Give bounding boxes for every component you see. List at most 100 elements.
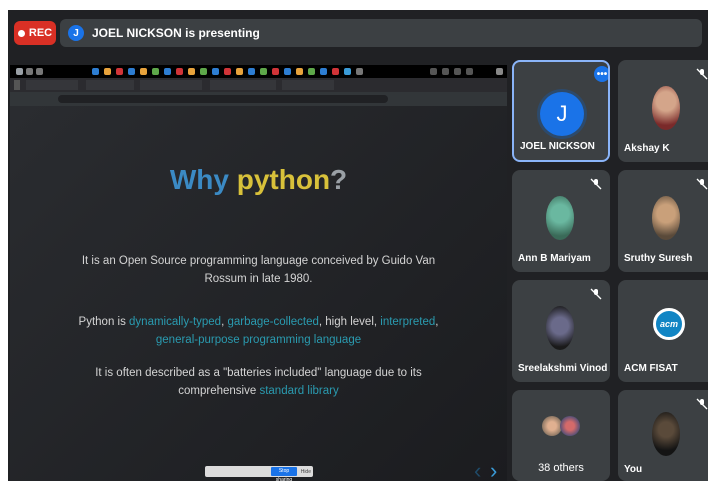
app-icon bbox=[320, 68, 327, 75]
app-icon bbox=[284, 68, 291, 75]
app-icon bbox=[356, 68, 363, 75]
participant-tile-sreelakshmi-vinod[interactable]: Sreelakshmi Vinod bbox=[512, 280, 610, 382]
remote-taskbar bbox=[10, 65, 507, 78]
participant-tile-ann-b-mariyam[interactable]: Ann B Mariyam bbox=[512, 170, 610, 272]
notification-icon bbox=[496, 68, 503, 75]
top-bar: REC J JOEL NICKSON is presenting bbox=[8, 10, 708, 56]
title-text: Why bbox=[169, 164, 237, 195]
slide-paragraph-2: Python is dynamically-typed, garbage-col… bbox=[70, 313, 447, 349]
tab bbox=[140, 80, 202, 90]
presenter-avatar: J bbox=[68, 25, 84, 41]
search-icon bbox=[26, 68, 33, 75]
title-python: python bbox=[236, 164, 331, 195]
hide-button[interactable]: Hide bbox=[301, 467, 311, 478]
recording-indicator: REC bbox=[14, 21, 56, 45]
participant-name: Sreelakshmi Vinod bbox=[518, 363, 608, 374]
tray-icon bbox=[466, 68, 473, 75]
slide-paragraph-1: It is an Open Source programming languag… bbox=[81, 255, 436, 285]
record-dot-icon bbox=[17, 29, 25, 37]
others-count: 38 others bbox=[538, 462, 584, 474]
app-icon bbox=[176, 68, 183, 75]
tab bbox=[86, 80, 134, 90]
link-general-purpose[interactable]: general-purpose programming language bbox=[156, 334, 361, 346]
tab bbox=[26, 80, 78, 90]
browser-tab-strip bbox=[10, 78, 507, 92]
browser-url-bar bbox=[10, 92, 507, 106]
mic-off-icon bbox=[590, 178, 602, 190]
stop-sharing-button[interactable]: Stop sharing bbox=[271, 467, 297, 481]
slide-title: Why python? bbox=[10, 164, 507, 196]
app-icon bbox=[212, 68, 219, 75]
participant-name: Sruthy Suresh bbox=[624, 253, 693, 264]
avatar: J bbox=[540, 92, 584, 136]
mic-off-icon bbox=[696, 178, 708, 190]
meet-window: REC J JOEL NICKSON is presenting Why pyt… bbox=[8, 10, 708, 481]
tray-icon bbox=[430, 68, 437, 75]
para2-text: , bbox=[435, 316, 439, 328]
more-options-icon[interactable]: ••• bbox=[594, 66, 608, 82]
app-icon bbox=[248, 68, 255, 75]
participant-photo bbox=[652, 412, 680, 456]
participant-photo bbox=[542, 416, 562, 436]
mic-off-icon bbox=[696, 398, 708, 410]
presentation-slide: Why python? It is an Open Source program… bbox=[10, 106, 507, 481]
app-icon bbox=[344, 68, 351, 75]
participant-tile-sruthy-suresh[interactable]: Sruthy Suresh bbox=[618, 170, 708, 272]
participant-name: You bbox=[624, 464, 643, 475]
mic-off-icon bbox=[696, 68, 708, 80]
url-field bbox=[58, 95, 388, 103]
participant-photo bbox=[560, 416, 580, 436]
slide-paragraph-3: It is often described as a "batteries in… bbox=[70, 364, 447, 400]
mic-off-icon bbox=[590, 288, 602, 300]
participant-name: Ann B Mariyam bbox=[518, 253, 591, 264]
tab bbox=[210, 80, 276, 90]
participant-tile-acm-fisat[interactable]: acm ACM FISAT bbox=[618, 280, 708, 382]
participant-tile-akshay-k[interactable]: Akshay K bbox=[618, 60, 708, 162]
app-icon bbox=[188, 68, 195, 75]
app-icon bbox=[296, 68, 303, 75]
next-slide-arrow-icon[interactable]: › bbox=[490, 458, 497, 481]
acm-logo: acm bbox=[653, 308, 685, 340]
link-dynamically-typed[interactable]: dynamically-typed bbox=[129, 316, 221, 328]
para2-text: Python is bbox=[78, 316, 130, 328]
participant-photo bbox=[652, 196, 680, 240]
screen-share-bar: Stop sharing Hide bbox=[205, 466, 313, 481]
app-icon bbox=[308, 68, 315, 75]
para2-text: , high level, bbox=[318, 316, 381, 328]
tab bbox=[282, 80, 334, 90]
shared-screen: Why python? It is an Open Source program… bbox=[10, 65, 507, 481]
app-icon bbox=[272, 68, 279, 75]
participant-tile-joel-nickson[interactable]: J ••• JOEL NICKSON bbox=[512, 60, 610, 162]
participant-name: ACM FISAT bbox=[624, 363, 678, 374]
app-icon bbox=[332, 68, 339, 75]
app-icon bbox=[164, 68, 171, 75]
app-icon bbox=[152, 68, 159, 75]
tray-icon bbox=[442, 68, 449, 75]
tab bbox=[14, 80, 20, 90]
participant-photo bbox=[546, 306, 574, 350]
participant-tile-you[interactable]: You bbox=[618, 390, 708, 481]
app-icon bbox=[200, 68, 207, 75]
tray-icon bbox=[454, 68, 461, 75]
start-icon bbox=[16, 68, 23, 75]
link-standard-library[interactable]: standard library bbox=[259, 385, 338, 397]
participant-name: Akshay K bbox=[624, 143, 670, 154]
title-question-mark: ? bbox=[330, 164, 348, 195]
app-icon bbox=[236, 68, 243, 75]
app-icon bbox=[92, 68, 99, 75]
app-icon bbox=[140, 68, 147, 75]
app-icon bbox=[116, 68, 123, 75]
rec-label: REC bbox=[28, 27, 53, 39]
prev-slide-arrow-icon[interactable]: ‹ bbox=[474, 458, 481, 481]
participant-photo bbox=[652, 86, 680, 130]
task-view-icon bbox=[36, 68, 43, 75]
presenting-text: JOEL NICKSON is presenting bbox=[92, 26, 260, 40]
app-icon bbox=[104, 68, 111, 75]
app-icon bbox=[224, 68, 231, 75]
participant-tile-others[interactable]: 38 others bbox=[512, 390, 610, 481]
presenting-banner: J JOEL NICKSON is presenting bbox=[60, 19, 702, 47]
app-icon bbox=[260, 68, 267, 75]
link-interpreted[interactable]: interpreted bbox=[380, 316, 435, 328]
participant-name: JOEL NICKSON bbox=[520, 141, 595, 152]
link-garbage-collected[interactable]: garbage-collected bbox=[227, 316, 318, 328]
